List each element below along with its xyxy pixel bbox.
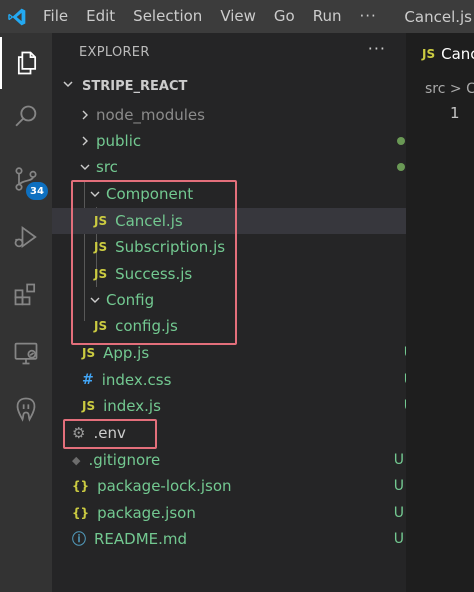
menu-selection[interactable]: Selection (124, 0, 211, 33)
modified-dot (397, 137, 405, 145)
json-file-icon: {} (72, 479, 90, 493)
git-icon: ◆ (72, 453, 81, 467)
extensions-icon[interactable] (0, 269, 52, 321)
window-title: Cancel.js (404, 7, 472, 26)
js-file-icon: JS (82, 399, 96, 413)
css-file-icon: # (82, 372, 94, 388)
untracked-status: U (393, 531, 404, 547)
untracked-status: U (393, 505, 404, 521)
chevron-right-icon (76, 136, 94, 146)
tree-item-public[interactable]: public (52, 128, 430, 154)
tree-item-package-json[interactable]: {} package.json U (52, 500, 426, 526)
tree-item-label: index.js (103, 397, 161, 415)
title-bar: File Edit Selection View Go Run ··· Canc… (0, 0, 474, 33)
tree-item-index-css[interactable]: # index.css U (52, 367, 436, 393)
editor-tab-cancel-js[interactable]: JS Cancel.js (406, 33, 474, 75)
chevron-down-icon (76, 162, 94, 172)
vscode-logo-icon (0, 0, 34, 33)
tree-item-label: package-lock.json (97, 477, 232, 495)
postgres-icon[interactable] (0, 383, 52, 435)
tree-item-label: package.json (97, 504, 196, 522)
tree-item-src[interactable]: src (52, 154, 430, 180)
scm-badge: 34 (26, 182, 48, 200)
tab-label: Cancel.js (441, 45, 474, 63)
js-file-icon: JS (82, 346, 96, 360)
breadcrumb[interactable]: src > Component > Cancel.js (425, 81, 474, 97)
tree-item-package-lock-json[interactable]: {} package-lock.json U (52, 473, 426, 499)
project-name: STRIPE_REACT (82, 78, 188, 94)
tree-item-gitignore[interactable]: ◆ .gitignore U (52, 447, 426, 473)
source-control-icon[interactable]: 34 (0, 153, 52, 205)
project-header[interactable]: STRIPE_REACT (62, 78, 187, 94)
tree-item-label: public (96, 132, 142, 150)
json-file-icon: {} (72, 506, 90, 520)
tree-item-label: src (96, 158, 118, 176)
line-number: 1 (450, 104, 460, 122)
search-icon[interactable] (0, 91, 52, 143)
explorer-more-button[interactable]: ··· (368, 39, 386, 58)
js-file-icon: JS (422, 47, 436, 61)
explorer-title: EXPLORER (79, 45, 150, 60)
explorer-sidebar: EXPLORER ··· STRIPE_REACT node_modules p… (52, 33, 448, 592)
tree-item-label: index.css (101, 371, 172, 389)
chevron-down-icon (62, 78, 78, 94)
tree-item-readme-md[interactable]: ⓘ README.md U (52, 526, 426, 552)
tree-item-node-modules[interactable]: node_modules (52, 102, 430, 128)
untracked-status: U (393, 478, 404, 494)
tree-item-label: App.js (103, 344, 150, 362)
modified-dot (397, 163, 405, 171)
info-icon: ⓘ (72, 532, 86, 548)
menu-view[interactable]: View (211, 0, 265, 33)
tree-item-label: .gitignore (88, 451, 161, 469)
annotation-box-src-component-config (71, 180, 237, 345)
menu-edit[interactable]: Edit (77, 0, 124, 33)
tree-item-index-js[interactable]: JS index.js U (52, 393, 436, 419)
chevron-right-icon (76, 110, 94, 120)
editor-area: JS Cancel.js src > Component > Cancel.js… (406, 33, 474, 592)
menu-more-button[interactable]: ··· (351, 0, 386, 33)
menu-go[interactable]: Go (265, 0, 304, 33)
tree-item-label: README.md (94, 530, 188, 548)
remote-explorer-icon[interactable] (0, 327, 52, 379)
untracked-status: U (393, 452, 404, 468)
activity-bar: 34 (0, 33, 52, 592)
menu-run[interactable]: Run (304, 0, 351, 33)
files-icon[interactable] (0, 37, 52, 89)
menu-file[interactable]: File (34, 0, 77, 33)
run-debug-icon[interactable] (0, 211, 52, 263)
tree-item-label: node_modules (96, 106, 205, 124)
annotation-box-env (63, 419, 157, 449)
